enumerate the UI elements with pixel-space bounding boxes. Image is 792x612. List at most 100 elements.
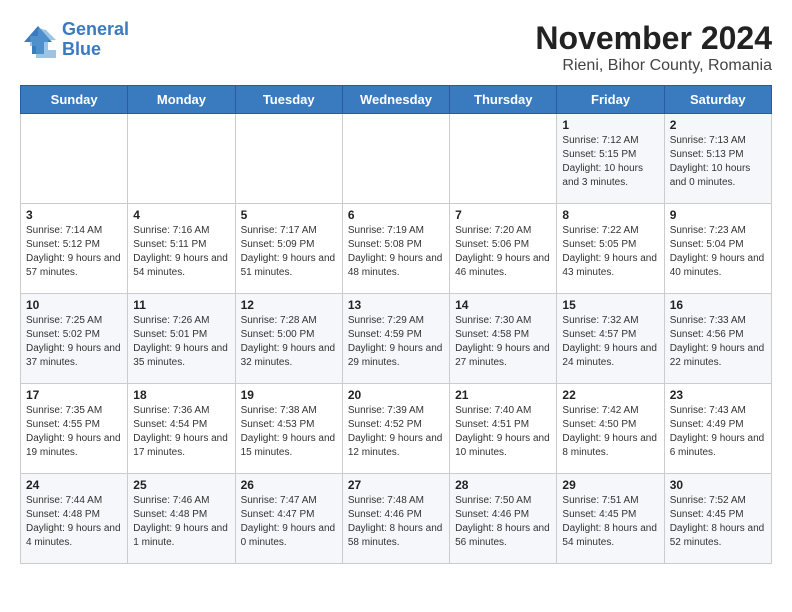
day-number: 15	[562, 298, 658, 312]
day-info: Sunrise: 7:44 AM Sunset: 4:48 PM Dayligh…	[26, 494, 122, 550]
day-number: 24	[26, 478, 122, 492]
weekday-header-cell: Wednesday	[342, 86, 449, 114]
logo-text: General Blue	[62, 20, 129, 60]
calendar-cell: 30 Sunrise: 7:52 AM Sunset: 4:45 PM Dayli…	[664, 474, 771, 564]
calendar-cell: 18Sunrise: 7:36 AM Sunset: 4:54 PM Dayli…	[128, 384, 235, 474]
day-info: Sunrise: 7:46 AM Sunset: 4:48 PM Dayligh…	[133, 494, 229, 550]
calendar-week-row: 10Sunrise: 7:25 AM Sunset: 5:02 PM Dayli…	[21, 294, 772, 384]
logo-line2: Blue	[62, 39, 101, 59]
day-number: 3	[26, 208, 122, 222]
calendar-cell	[235, 114, 342, 204]
day-number: 25	[133, 478, 229, 492]
main-title: November 2024	[535, 20, 772, 57]
calendar-cell: 27 Sunrise: 7:48 AM Sunset: 4:46 PM Dayli…	[342, 474, 449, 564]
weekday-header-cell: Monday	[128, 86, 235, 114]
calendar-cell	[450, 114, 557, 204]
day-info: Sunrise: 7:52 AM Sunset: 4:45 PM Dayligh…	[670, 494, 766, 550]
calendar-cell: 7Sunrise: 7:20 AM Sunset: 5:06 PM Daylig…	[450, 204, 557, 294]
day-info: Sunrise: 7:30 AM Sunset: 4:58 PM Dayligh…	[455, 314, 551, 370]
day-number: 2	[670, 118, 766, 132]
calendar-cell: 29Sunrise: 7:51 AM Sunset: 4:45 PM Dayli…	[557, 474, 664, 564]
calendar-cell	[342, 114, 449, 204]
day-info: Sunrise: 7:14 AM Sunset: 5:12 PM Dayligh…	[26, 224, 122, 280]
calendar-cell: 12 Sunrise: 7:28 AM Sunset: 5:00 PM Dayli…	[235, 294, 342, 384]
calendar-cell: 23 Sunrise: 7:43 AM Sunset: 4:49 PM Dayli…	[664, 384, 771, 474]
calendar-cell	[128, 114, 235, 204]
day-info: Sunrise: 7:28 AM Sunset: 5:00 PM Dayligh…	[241, 314, 337, 370]
day-info: Sunrise: 7:39 AM Sunset: 4:52 PM Dayligh…	[348, 404, 444, 460]
calendar-week-row: 24 Sunrise: 7:44 AM Sunset: 4:48 PM Dayli…	[21, 474, 772, 564]
calendar-cell: 25 Sunrise: 7:46 AM Sunset: 4:48 PM Dayli…	[128, 474, 235, 564]
calendar-cell: 17Sunrise: 7:35 AM Sunset: 4:55 PM Dayli…	[21, 384, 128, 474]
logo-icon	[20, 22, 56, 58]
day-info: Sunrise: 7:36 AM Sunset: 4:54 PM Dayligh…	[133, 404, 229, 460]
day-info: Sunrise: 7:38 AM Sunset: 4:53 PM Dayligh…	[241, 404, 337, 460]
day-info: Sunrise: 7:35 AM Sunset: 4:55 PM Dayligh…	[26, 404, 122, 460]
day-number: 12	[241, 298, 337, 312]
day-info: Sunrise: 7:40 AM Sunset: 4:51 PM Dayligh…	[455, 404, 551, 460]
weekday-header-cell: Saturday	[664, 86, 771, 114]
calendar-week-row: 3 Sunrise: 7:14 AM Sunset: 5:12 PM Daylig…	[21, 204, 772, 294]
day-number: 7	[455, 208, 551, 222]
calendar-table: SundayMondayTuesdayWednesdayThursdayFrid…	[20, 85, 772, 564]
day-info: Sunrise: 7:33 AM Sunset: 4:56 PM Dayligh…	[670, 314, 766, 370]
calendar-week-row: 17Sunrise: 7:35 AM Sunset: 4:55 PM Dayli…	[21, 384, 772, 474]
calendar-cell: 8Sunrise: 7:22 AM Sunset: 5:05 PM Daylig…	[557, 204, 664, 294]
calendar-cell: 21 Sunrise: 7:40 AM Sunset: 4:51 PM Dayli…	[450, 384, 557, 474]
calendar-cell: 10Sunrise: 7:25 AM Sunset: 5:02 PM Dayli…	[21, 294, 128, 384]
day-number: 5	[241, 208, 337, 222]
day-info: Sunrise: 7:16 AM Sunset: 5:11 PM Dayligh…	[133, 224, 229, 280]
weekday-header-cell: Friday	[557, 86, 664, 114]
day-number: 20	[348, 388, 444, 402]
calendar-cell: 13Sunrise: 7:29 AM Sunset: 4:59 PM Dayli…	[342, 294, 449, 384]
calendar-cell: 20 Sunrise: 7:39 AM Sunset: 4:52 PM Dayli…	[342, 384, 449, 474]
day-info: Sunrise: 7:42 AM Sunset: 4:50 PM Dayligh…	[562, 404, 658, 460]
calendar-cell: 14Sunrise: 7:30 AM Sunset: 4:58 PM Dayli…	[450, 294, 557, 384]
calendar-cell: 22 Sunrise: 7:42 AM Sunset: 4:50 PM Dayli…	[557, 384, 664, 474]
calendar-cell: 26 Sunrise: 7:47 AM Sunset: 4:47 PM Dayli…	[235, 474, 342, 564]
calendar-cell: 16 Sunrise: 7:33 AM Sunset: 4:56 PM Dayli…	[664, 294, 771, 384]
day-number: 1	[562, 118, 658, 132]
calendar-cell: 9 Sunrise: 7:23 AM Sunset: 5:04 PM Daylig…	[664, 204, 771, 294]
day-number: 22	[562, 388, 658, 402]
day-number: 21	[455, 388, 551, 402]
title-block: November 2024 Rieni, Bihor County, Roman…	[535, 20, 772, 75]
day-number: 16	[670, 298, 766, 312]
day-number: 28	[455, 478, 551, 492]
day-number: 13	[348, 298, 444, 312]
calendar-cell: 3 Sunrise: 7:14 AM Sunset: 5:12 PM Daylig…	[21, 204, 128, 294]
subtitle: Rieni, Bihor County, Romania	[535, 57, 772, 75]
day-info: Sunrise: 7:23 AM Sunset: 5:04 PM Dayligh…	[670, 224, 766, 280]
day-info: Sunrise: 7:47 AM Sunset: 4:47 PM Dayligh…	[241, 494, 337, 550]
weekday-header-row: SundayMondayTuesdayWednesdayThursdayFrid…	[21, 86, 772, 114]
day-number: 26	[241, 478, 337, 492]
day-info: Sunrise: 7:48 AM Sunset: 4:46 PM Dayligh…	[348, 494, 444, 550]
day-info: Sunrise: 7:50 AM Sunset: 4:46 PM Dayligh…	[455, 494, 551, 550]
day-number: 23	[670, 388, 766, 402]
day-info: Sunrise: 7:19 AM Sunset: 5:08 PM Dayligh…	[348, 224, 444, 280]
day-number: 6	[348, 208, 444, 222]
calendar-cell: 28 Sunrise: 7:50 AM Sunset: 4:46 PM Dayli…	[450, 474, 557, 564]
day-info: Sunrise: 7:32 AM Sunset: 4:57 PM Dayligh…	[562, 314, 658, 370]
day-info: Sunrise: 7:13 AM Sunset: 5:13 PM Dayligh…	[670, 134, 766, 190]
day-number: 10	[26, 298, 122, 312]
calendar-cell: 11Sunrise: 7:26 AM Sunset: 5:01 PM Dayli…	[128, 294, 235, 384]
logo-line1: General	[62, 19, 129, 39]
calendar-cell: 15 Sunrise: 7:32 AM Sunset: 4:57 PM Dayli…	[557, 294, 664, 384]
day-number: 27	[348, 478, 444, 492]
header: General Blue November 2024 Rieni, Bihor …	[20, 20, 772, 75]
day-info: Sunrise: 7:51 AM Sunset: 4:45 PM Dayligh…	[562, 494, 658, 550]
day-number: 11	[133, 298, 229, 312]
calendar-cell: 1 Sunrise: 7:12 AM Sunset: 5:15 PM Daylig…	[557, 114, 664, 204]
day-info: Sunrise: 7:12 AM Sunset: 5:15 PM Dayligh…	[562, 134, 658, 190]
calendar-cell: 19Sunrise: 7:38 AM Sunset: 4:53 PM Dayli…	[235, 384, 342, 474]
day-info: Sunrise: 7:22 AM Sunset: 5:05 PM Dayligh…	[562, 224, 658, 280]
calendar-week-row: 1 Sunrise: 7:12 AM Sunset: 5:15 PM Daylig…	[21, 114, 772, 204]
day-number: 30	[670, 478, 766, 492]
day-info: Sunrise: 7:43 AM Sunset: 4:49 PM Dayligh…	[670, 404, 766, 460]
day-number: 9	[670, 208, 766, 222]
calendar-body: 1 Sunrise: 7:12 AM Sunset: 5:15 PM Daylig…	[21, 114, 772, 564]
calendar-cell: 4Sunrise: 7:16 AM Sunset: 5:11 PM Daylig…	[128, 204, 235, 294]
weekday-header-cell: Tuesday	[235, 86, 342, 114]
calendar-cell: 2 Sunrise: 7:13 AM Sunset: 5:13 PM Daylig…	[664, 114, 771, 204]
